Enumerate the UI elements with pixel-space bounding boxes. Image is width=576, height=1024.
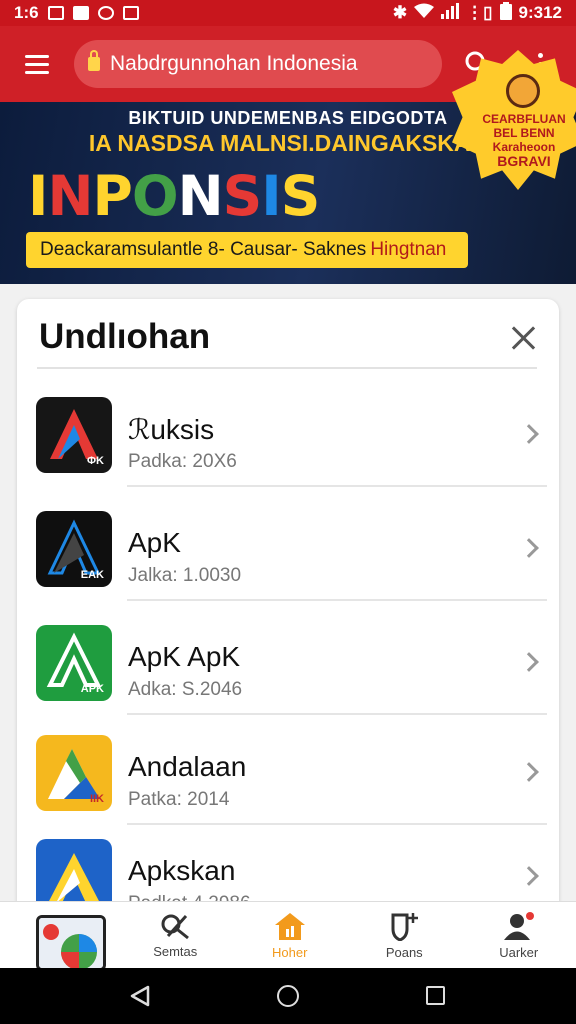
recents-icon[interactable] [426,986,445,1005]
vibrate-icon: ⋮▯ [466,3,493,22]
list-item[interactable]: APK ApK ApK Adka: S.2046 [17,605,559,715]
banner-logo: INPONSIS [28,164,321,228]
tools-icon [161,914,190,939]
app-thumbnail[interactable] [36,915,106,971]
chevron-right-icon [519,762,539,782]
list-item[interactable]: EAK ApK Jalka: 1.0030 [17,491,559,601]
app-icon: EAK [36,511,112,587]
nav-label: Uarker [499,944,539,960]
mascot-icon [506,74,540,108]
hamburger-icon[interactable] [0,26,74,102]
banner-logo-letter: N [47,164,93,228]
wifi-icon [414,3,435,24]
app-icon-tag: ΦK [87,455,104,467]
nav-label: Semtas [153,943,198,959]
chevron-right-icon [519,424,539,444]
status-clock: 9:312 [518,3,562,22]
divider [127,599,547,601]
image-notification-icon [47,6,64,20]
chevron-right-icon [519,652,539,672]
badge-line: Karaheoon [492,140,556,154]
signal-icon [441,2,460,24]
banner-ribbon: Deackaramsulantle 8- Causar- Saknes Hing… [26,232,468,268]
nav-item-shield[interactable]: Poans [347,902,462,968]
banner-ribbon-text: Deackaramsulantle 8- Causar- Saknes [40,239,367,260]
back-icon[interactable] [128,984,152,1008]
app-name: ApK [128,527,181,558]
app-icon-tag: EAK [80,569,104,581]
app-name: Andalaan [128,751,247,782]
divider [127,485,547,487]
nav-item-user[interactable]: Uarker [462,902,576,968]
app-icon: IIK [36,735,112,811]
app-name: Apkskan [128,855,236,886]
download-card: Undlıohan ΦK ℛuksis Padka: 20X6 EAK ApK … [17,299,559,939]
nav-item-home[interactable]: Hoher [233,902,348,968]
app-icon: APK [36,625,112,701]
nav-item-tools[interactable]: Semtas [118,902,233,968]
app-name: ApK ApK [128,641,241,672]
app-icon-tag: APK [80,683,104,695]
chevron-right-icon [519,866,539,886]
message-notification-icon [72,6,89,20]
banner-logo-letter: I [261,164,281,228]
home-button-icon[interactable] [277,985,299,1007]
nav-label: Hoher [272,944,308,960]
banner-logo-letter: N [177,164,224,228]
app-icon: ΦK [36,397,112,473]
banner-ribbon-highlight: Hingtnan [370,239,447,260]
user-icon [503,911,534,940]
status-bar: 1:6 ✱ ⋮▯ 9:312 [0,0,576,26]
battery-icon [499,1,512,25]
close-icon[interactable] [509,323,539,353]
app-subtitle: Padka: 20X6 [128,451,237,472]
banner-logo-letter: S [222,164,263,228]
url-bar[interactable]: Nabdrgunnohan Indonesia [74,40,442,88]
divider [37,367,537,369]
badge-line: BEL BENN [493,126,555,140]
banner-logo-letter: I [28,164,48,228]
chevron-right-icon [519,538,539,558]
app-icon-tag: IIK [89,793,104,805]
card-title: Undlıohan [39,317,211,356]
app-notification-icon [97,6,114,20]
status-time: 1:6 [14,3,39,22]
banner-logo-letter: S [280,164,321,228]
bluetooth-icon: ✱ [392,3,408,22]
app-subtitle: Patka: 2014 [128,789,230,810]
app-subtitle: Jalka: 1.0030 [128,565,242,586]
shield-add-icon [391,912,419,941]
badge-text: CEARBFLUAN BEL BENN Karaheoon BGRAVI [470,112,576,168]
system-nav-bar [0,968,576,1024]
badge-line: CEARBFLUAN [482,112,566,126]
badge-line: BGRAVI [497,153,551,169]
banner-logo-letter: P [92,164,133,228]
lock-icon [88,50,100,71]
chat-notification-icon [122,6,139,20]
home-icon [274,912,305,940]
nav-label: Poans [385,944,423,960]
url-text: Nabdrgunnohan Indonesia [110,52,358,75]
app-name: ℛuksis [128,414,215,445]
list-item[interactable]: IIK Andalaan Patka: 2014 [17,715,559,825]
banner-logo-letter: O [131,164,179,228]
app-subtitle: Adka: S.2046 [128,679,243,700]
list-item[interactable]: ΦK ℛuksis Padka: 20X6 [17,377,559,487]
